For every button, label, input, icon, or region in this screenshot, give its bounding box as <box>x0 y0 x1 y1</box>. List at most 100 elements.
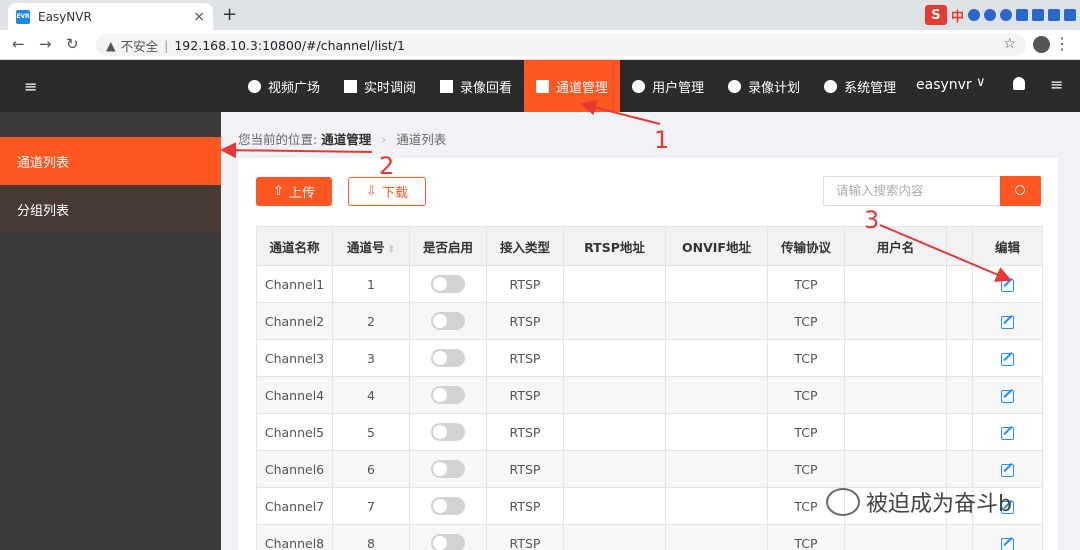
enable-toggle[interactable] <box>431 534 465 550</box>
bookmark-star-icon[interactable]: ☆ <box>1003 36 1016 52</box>
breadcrumb-parent[interactable]: 通道管理 <box>321 132 371 147</box>
sidebar-item-group-list[interactable]: 分组列表 <box>0 185 221 233</box>
browser-tab[interactable]: EVR EasyNVR × <box>8 3 213 30</box>
cell-edit <box>972 413 1043 451</box>
nav-label: 用户管理 <box>652 80 705 96</box>
username-label[interactable]: easynvr <box>916 77 972 93</box>
toolbox-icon[interactable] <box>1032 9 1044 21</box>
cell-rtsp-address <box>563 524 666 550</box>
nav-video-square[interactable]: 视频广场 <box>236 60 332 112</box>
sidebar-item-channel-list[interactable]: 通道列表 <box>0 137 221 185</box>
reload-icon[interactable]: ↻ <box>66 35 79 53</box>
nav-system-management[interactable]: 系统管理 <box>812 60 908 112</box>
cell-channel-name: Channel6 <box>256 450 333 488</box>
new-tab-button[interactable]: + <box>222 4 237 25</box>
cell-channel-no: 5 <box>332 413 410 451</box>
nav-channel-management[interactable]: 通道管理 <box>524 60 621 112</box>
browser-menu-icon[interactable]: ⋮ <box>1054 34 1070 53</box>
cell-protocol: TCP <box>767 413 845 451</box>
cell-onvif-address <box>665 376 768 414</box>
url-text[interactable]: 192.168.10.3:10800/#/channel/list/1 <box>174 38 405 53</box>
enable-toggle[interactable] <box>431 312 465 330</box>
edit-icon[interactable] <box>1001 278 1014 292</box>
profile-avatar-icon[interactable] <box>1033 36 1050 53</box>
cell-username <box>844 302 947 340</box>
cell-access-type: RTSP <box>486 524 564 550</box>
breadcrumb-prefix: 您当前的位置: <box>238 132 318 147</box>
hamburger-menu-icon[interactable]: ≡ <box>24 77 37 96</box>
enable-toggle[interactable] <box>431 497 465 515</box>
url-input[interactable]: ▲ 不安全 | 192.168.10.3:10800/#/channel/lis… <box>96 34 1026 56</box>
punctuation-icon[interactable] <box>968 9 980 21</box>
edit-icon[interactable] <box>1001 315 1014 329</box>
microphone-icon[interactable] <box>1000 9 1012 21</box>
cell-spacer <box>946 450 973 488</box>
search-input[interactable] <box>823 176 1001 206</box>
insecure-label[interactable]: 不安全 <box>121 36 159 55</box>
enable-toggle[interactable] <box>431 460 465 478</box>
channel-icon <box>536 79 550 93</box>
cell-channel-no: 7 <box>332 487 410 525</box>
download-button[interactable]: ⇩ 下载 <box>348 177 426 206</box>
chevron-down-icon[interactable]: ∨ <box>976 75 986 90</box>
more-menu-icon[interactable]: ≡ <box>1050 75 1063 94</box>
table-row: Channel2 2 RTSP TCP <box>256 302 1043 340</box>
keyboard-icon[interactable] <box>1016 9 1028 21</box>
cell-channel-name: Channel1 <box>256 265 333 303</box>
nav-playback[interactable]: 录像回看 <box>428 60 524 112</box>
close-tab-icon[interactable]: × <box>193 9 205 25</box>
enable-toggle[interactable] <box>431 275 465 293</box>
back-arrow-icon[interactable]: ← <box>12 35 25 53</box>
cell-onvif-address <box>665 487 768 525</box>
search-button[interactable] <box>1000 176 1041 206</box>
input-language-label[interactable]: 中 <box>951 6 964 25</box>
warning-icon[interactable]: ▲ <box>106 38 116 53</box>
enable-toggle[interactable] <box>431 423 465 441</box>
bell-icon[interactable] <box>1013 77 1025 90</box>
table-row: Channel1 1 RTSP TCP <box>256 265 1043 303</box>
edit-icon[interactable] <box>1001 537 1014 550</box>
cell-channel-name: Channel8 <box>256 524 333 550</box>
edit-icon[interactable] <box>1001 463 1014 477</box>
browser-tab-bar: EVR EasyNVR × + S 中 <box>0 0 1080 30</box>
cell-channel-name: Channel7 <box>256 487 333 525</box>
url-separator: | <box>164 37 169 53</box>
upload-button[interactable]: ⇧ 上传 <box>256 177 332 206</box>
skin-icon[interactable] <box>1048 9 1060 21</box>
col-channel-name: 通道名称 <box>256 226 333 266</box>
cell-enabled <box>409 413 487 451</box>
cell-channel-name: Channel2 <box>256 302 333 340</box>
cell-protocol: TCP <box>767 339 845 377</box>
enable-toggle[interactable] <box>431 386 465 404</box>
edit-icon[interactable] <box>1001 389 1014 403</box>
emoji-icon[interactable] <box>984 9 996 21</box>
playback-icon <box>440 79 454 93</box>
nav-live-view[interactable]: 实时调阅 <box>332 60 428 112</box>
cell-enabled <box>409 487 487 525</box>
cell-rtsp-address <box>563 339 666 377</box>
edit-icon[interactable] <box>1001 352 1014 366</box>
cell-rtsp-address <box>563 376 666 414</box>
edit-icon[interactable] <box>1001 426 1014 440</box>
annotation-number-1: 1 <box>654 126 670 154</box>
sidebar-item-label: 分组列表 <box>17 203 70 219</box>
cell-username <box>844 413 947 451</box>
sidebar: 通道列表 分组列表 <box>0 112 221 550</box>
cell-onvif-address <box>665 413 768 451</box>
grid-icon[interactable] <box>1064 9 1076 21</box>
cell-protocol: TCP <box>767 265 845 303</box>
cell-access-type: RTSP <box>486 376 564 414</box>
nav-user-management[interactable]: 用户管理 <box>620 60 716 112</box>
enable-toggle[interactable] <box>431 349 465 367</box>
sogou-input-icon[interactable]: S <box>924 5 947 25</box>
col-username: 用户名 <box>844 226 947 266</box>
cell-username <box>844 450 947 488</box>
cell-enabled <box>409 265 487 303</box>
sort-icon[interactable]: ⇕ <box>387 245 395 255</box>
forward-arrow-icon[interactable]: → <box>39 35 52 53</box>
cell-protocol: TCP <box>767 376 845 414</box>
col-channel-no[interactable]: 通道号 ⇕ <box>332 226 410 266</box>
col-onvif-address: ONVIF地址 <box>665 226 768 266</box>
toggle-knob <box>433 314 447 328</box>
nav-recording-plan[interactable]: 录像计划 <box>716 60 812 112</box>
